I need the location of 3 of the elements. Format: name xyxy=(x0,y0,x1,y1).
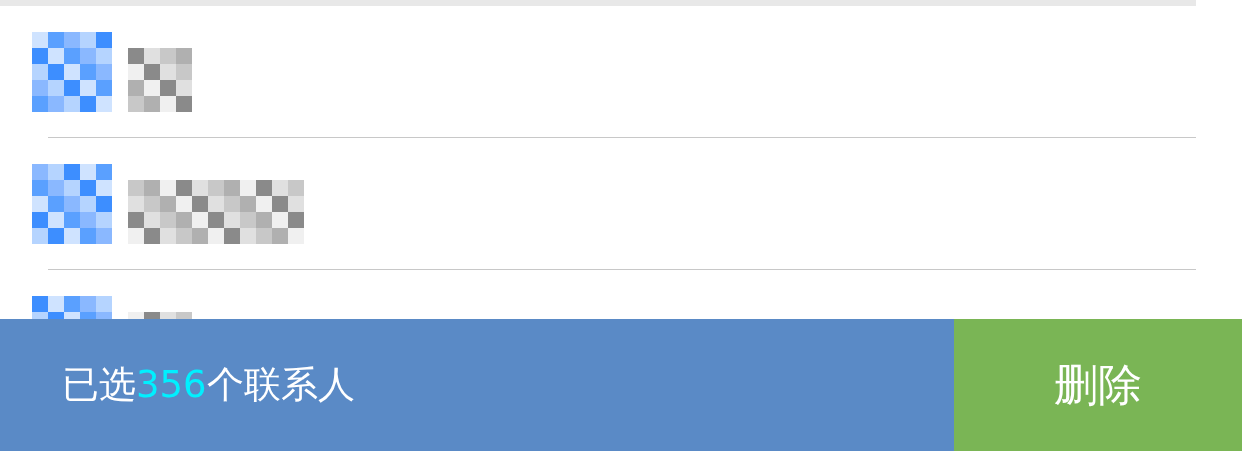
pixelated-name xyxy=(128,48,192,112)
selection-count-text: 已选356个联系人 xyxy=(62,362,355,409)
delete-button[interactable]: 删除 xyxy=(954,319,1242,451)
